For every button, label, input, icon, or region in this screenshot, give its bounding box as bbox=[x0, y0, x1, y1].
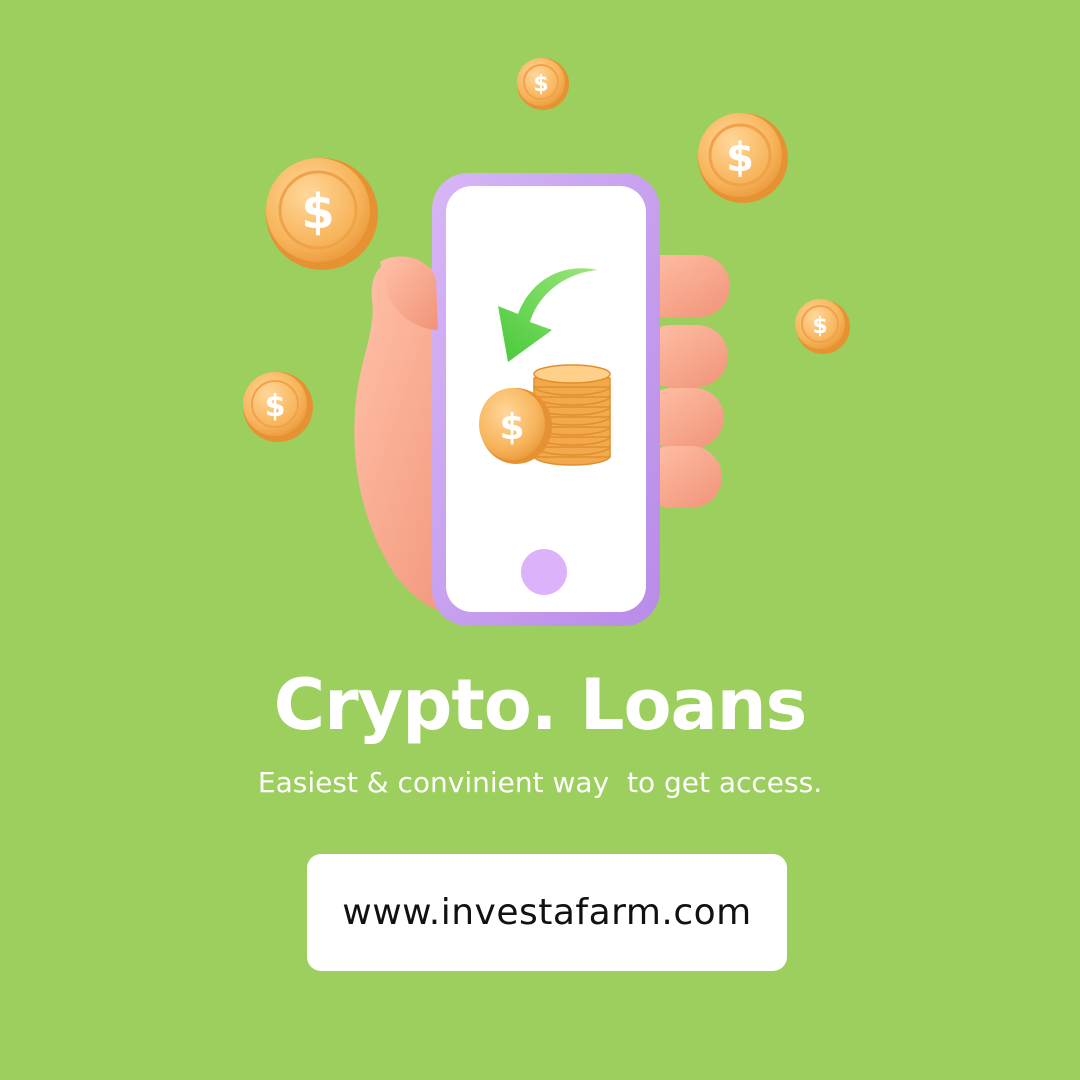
svg-text:$: $ bbox=[499, 407, 524, 448]
svg-text:$: $ bbox=[265, 389, 286, 424]
website-link-card[interactable]: www.investafarm.com bbox=[307, 854, 787, 971]
svg-text:$: $ bbox=[301, 184, 334, 240]
promo-card: $ $ $ $ $ $ Crypto. Loans Easiest & conv… bbox=[0, 0, 1080, 1080]
dollar-coin-icon: $ bbox=[795, 299, 850, 354]
headline: Crypto. Loans bbox=[273, 664, 808, 746]
dollar-coin-icon: $ bbox=[698, 113, 788, 203]
svg-text:$: $ bbox=[726, 135, 754, 181]
dollar-coin-icon: $ bbox=[517, 58, 569, 110]
svg-text:$: $ bbox=[812, 314, 827, 339]
website-url[interactable]: www.investafarm.com bbox=[342, 892, 751, 933]
dollar-coin-icon: $ bbox=[243, 372, 313, 442]
svg-text:$: $ bbox=[533, 72, 548, 97]
hero-illustration: $ $ $ $ $ $ bbox=[243, 58, 850, 626]
dollar-coin-icon: $ bbox=[266, 158, 378, 270]
tagline: Easiest & convinient way to get access. bbox=[257, 766, 823, 799]
